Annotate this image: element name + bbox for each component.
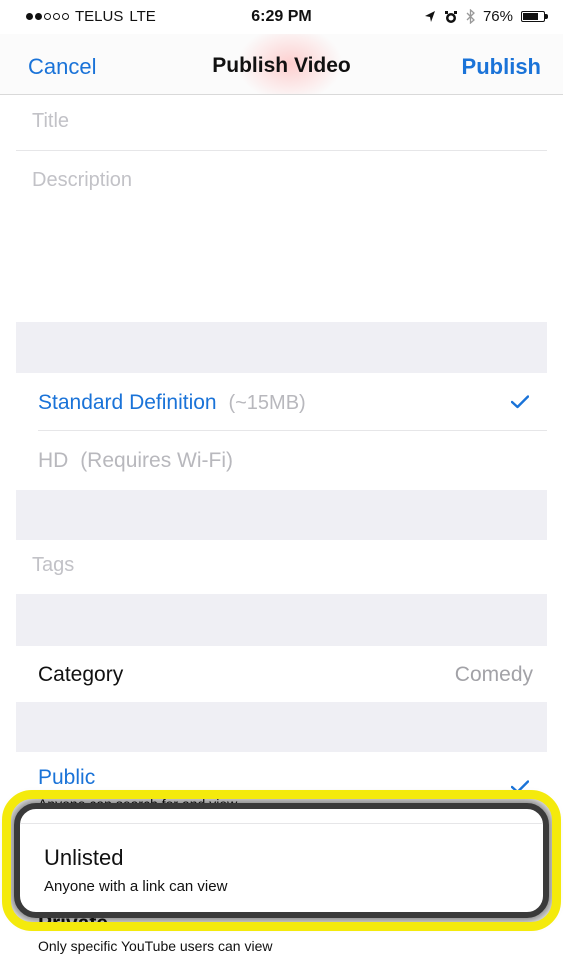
battery-percent: 76% (482, 8, 513, 25)
location-arrow-icon (424, 11, 435, 22)
quality-option-hd[interactable]: HD (Requires Wi-Fi) (0, 431, 563, 490)
quality-option-standard[interactable]: Standard Definition (~15MB) (0, 373, 563, 430)
battery-icon (521, 11, 548, 22)
status-icons: 76% (424, 8, 548, 25)
navigation-bar: Cancel Publish Video Publish (0, 34, 563, 95)
category-label: Category (38, 663, 124, 686)
publish-video-screen: TELUS LTE 6:29 PM 76% Cancel Publish Vid… (0, 0, 563, 957)
section-spacer (0, 490, 563, 540)
bluetooth-icon (466, 9, 475, 24)
hd-note: (Requires Wi-Fi) (80, 449, 234, 472)
title-input[interactable]: Title (32, 110, 69, 133)
section-spacer (0, 702, 563, 752)
hd-text: HD (Requires Wi-Fi) (38, 449, 233, 473)
standard-definition-label: Standard Definition (38, 391, 217, 414)
battery-fill (523, 13, 539, 20)
standard-definition-text: Standard Definition (~15MB) (38, 391, 306, 415)
standard-definition-size: (~15MB) (228, 392, 306, 414)
publish-button[interactable]: Publish (462, 54, 541, 80)
privacy-option-public[interactable]: Public (38, 766, 95, 790)
private-subtitle: Only specific YouTube users can view (38, 938, 273, 954)
status-bar: TELUS LTE 6:29 PM 76% (0, 0, 563, 34)
category-row[interactable]: Category Comedy (0, 646, 563, 702)
section-spacer (0, 322, 563, 373)
tags-row[interactable]: Tags (0, 540, 563, 594)
highlight-outline (2, 790, 561, 931)
tags-input[interactable]: Tags (32, 554, 74, 577)
section-spacer (0, 594, 563, 646)
divider (16, 150, 553, 151)
alarm-clock-icon (444, 10, 457, 23)
checkmark-icon (511, 395, 529, 409)
hd-label: HD (38, 449, 69, 472)
description-input[interactable]: Description (32, 169, 132, 192)
category-value: Comedy (454, 663, 533, 686)
